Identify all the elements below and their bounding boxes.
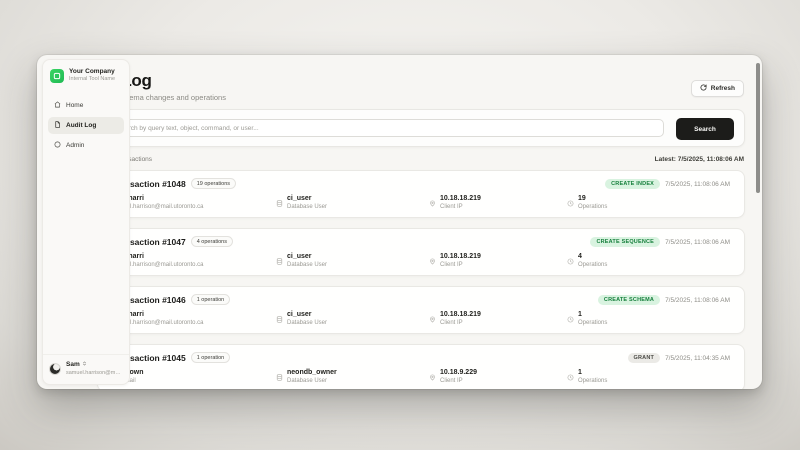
admin-circle-icon xyxy=(54,141,61,150)
database-icon xyxy=(276,252,283,270)
user-menu[interactable]: Sam samuel.harrison@mail.utor... xyxy=(43,354,129,384)
db-user-label: Database User xyxy=(287,320,327,328)
client-ip-value: 10.18.18.219 xyxy=(440,252,481,262)
client-ip-label: Client IP xyxy=(440,204,481,212)
clock-icon xyxy=(567,368,574,386)
operations-count-pill: 1 operation xyxy=(191,352,231,363)
company-logo-icon xyxy=(50,69,64,83)
client-ip-column: 10.18.18.219 Client IP xyxy=(429,252,481,270)
command-badge: GRANT xyxy=(628,353,661,363)
transaction-time: 7/5/2025, 11:08:06 AM xyxy=(665,181,730,188)
operations-label: Operations xyxy=(578,378,607,386)
operations-value: 1 xyxy=(578,310,607,320)
scrollbar-thumb[interactable] xyxy=(756,63,760,193)
database-icon xyxy=(276,194,283,212)
operations-label: Operations xyxy=(578,320,607,328)
refresh-icon xyxy=(700,84,707,93)
operations-column: 1 Operations xyxy=(567,310,607,328)
clock-icon xyxy=(567,252,574,270)
user-email: samuel.harrison@mail.utor... xyxy=(66,370,122,377)
company-name: Your Company xyxy=(69,68,115,76)
operations-value: 1 xyxy=(578,368,607,378)
client-ip-label: Client IP xyxy=(440,378,477,386)
latest-timestamp: Latest: 7/5/2025, 11:08:06 AM xyxy=(655,156,744,163)
operations-value: 4 xyxy=(578,252,607,262)
operations-column: 19 Operations xyxy=(567,194,607,212)
refresh-button[interactable]: Refresh xyxy=(691,80,744,97)
operations-value: 19 xyxy=(578,194,607,204)
home-icon xyxy=(54,101,61,110)
db-user-label: Database User xyxy=(287,204,327,212)
user-name: Sam xyxy=(66,361,80,369)
operations-label: Operations xyxy=(578,204,607,212)
sidebar-item-admin[interactable]: Admin xyxy=(48,137,124,154)
transaction-time: 7/5/2025, 11:08:06 AM xyxy=(665,239,730,246)
client-ip-column: 10.18.18.219 Client IP xyxy=(429,310,481,328)
db-user-value: neondb_owner xyxy=(287,368,337,378)
transaction-row[interactable]: Transaction #1048 19 operations CREATE I… xyxy=(97,170,745,218)
operations-label: Operations xyxy=(578,262,607,270)
db-user-value: ci_user xyxy=(287,252,327,262)
database-icon xyxy=(276,368,283,386)
map-pin-icon xyxy=(429,194,436,212)
command-badge: CREATE SCHEMA xyxy=(598,295,660,305)
sidebar-item-label: Home xyxy=(66,102,83,109)
db-user-label: Database User xyxy=(287,378,337,386)
transaction-row[interactable]: Transaction #1045 1 operation GRANT 7/5/… xyxy=(97,344,745,389)
db-user-label: Database User xyxy=(287,262,327,270)
sidebar-item-home[interactable]: Home xyxy=(48,97,124,114)
db-user-column: ci_user Database User xyxy=(276,252,327,270)
operations-column: 4 Operations xyxy=(567,252,607,270)
operations-count-pill: 4 operations xyxy=(191,236,233,247)
sidebar-item-label: Admin xyxy=(66,142,84,149)
db-user-value: ci_user xyxy=(287,310,327,320)
db-user-column: ci_user Database User xyxy=(276,194,327,212)
search-input[interactable] xyxy=(108,119,664,137)
db-user-column: neondb_owner Database User xyxy=(276,368,337,386)
transaction-list: Transaction #1048 19 operations CREATE I… xyxy=(97,170,745,389)
transaction-row[interactable]: Transaction #1047 4 operations CREATE SE… xyxy=(97,228,745,276)
app-window: Audit Log Track schema changes and opera… xyxy=(37,55,762,389)
map-pin-icon xyxy=(429,310,436,328)
client-ip-label: Client IP xyxy=(440,262,481,270)
client-ip-value: 10.18.18.219 xyxy=(440,194,481,204)
operations-column: 1 Operations xyxy=(567,368,607,386)
sidebar-item-label: Audit Log xyxy=(66,122,96,129)
sidebar: Your Company Internal Tool Name Home xyxy=(42,59,130,385)
operations-count-pill: 19 operations xyxy=(191,178,236,189)
client-ip-column: 10.18.9.229 Client IP xyxy=(429,368,477,386)
client-ip-label: Client IP xyxy=(440,320,481,328)
chevrons-up-down-icon xyxy=(82,361,87,369)
db-user-value: ci_user xyxy=(287,194,327,204)
search-panel: Search xyxy=(95,109,745,147)
company-header[interactable]: Your Company Internal Tool Name xyxy=(43,60,129,91)
clock-icon xyxy=(567,194,574,212)
client-ip-value: 10.18.18.219 xyxy=(440,310,481,320)
map-pin-icon xyxy=(429,252,436,270)
search-button[interactable]: Search xyxy=(676,118,734,140)
refresh-label: Refresh xyxy=(711,85,735,92)
client-ip-column: 10.18.18.219 Client IP xyxy=(429,194,481,212)
clock-icon xyxy=(567,310,574,328)
command-badge: CREATE INDEX xyxy=(605,179,660,189)
sidebar-item-audit-log[interactable]: Audit Log xyxy=(48,117,124,134)
transaction-time: 7/5/2025, 11:08:06 AM xyxy=(665,297,730,304)
results-summary-row: transactions Latest: 7/5/2025, 11:08:06 … xyxy=(117,156,744,163)
company-subtitle: Internal Tool Name xyxy=(69,76,115,83)
client-ip-value: 10.18.9.229 xyxy=(440,368,477,378)
sidebar-nav: Home Audit Log Admin xyxy=(43,91,129,160)
map-pin-icon xyxy=(429,368,436,386)
database-icon xyxy=(276,310,283,328)
file-icon xyxy=(54,121,61,130)
user-avatar xyxy=(49,363,61,375)
transaction-row[interactable]: Transaction #1046 1 operation CREATE SCH… xyxy=(97,286,745,334)
command-badge: CREATE SEQUENCE xyxy=(590,237,660,247)
operations-count-pill: 1 operation xyxy=(191,294,231,305)
db-user-column: ci_user Database User xyxy=(276,310,327,328)
transaction-time: 7/5/2025, 11:04:35 AM xyxy=(665,355,730,362)
